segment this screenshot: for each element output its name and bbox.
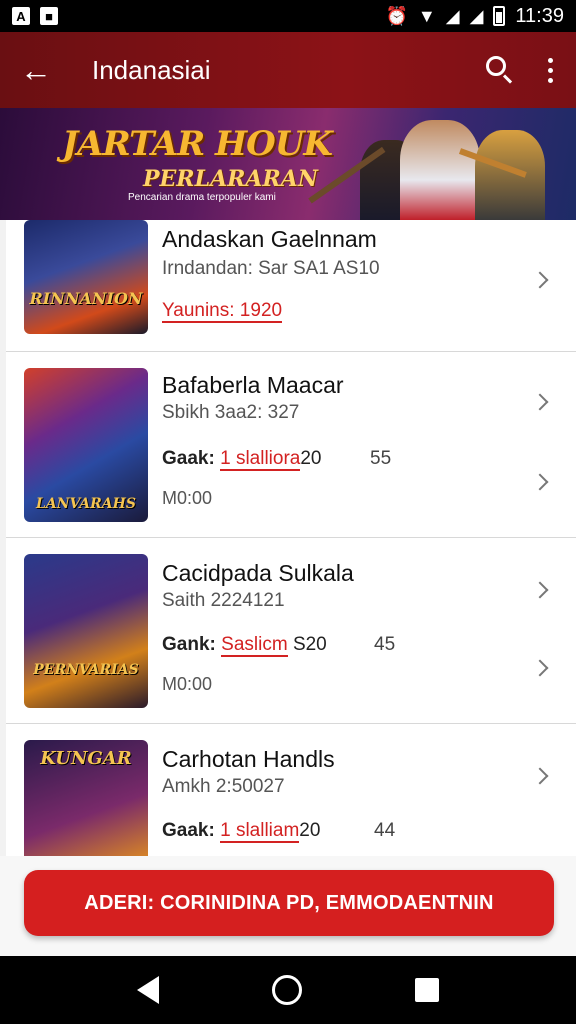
nav-back-icon[interactable] bbox=[136, 976, 159, 1004]
drama-meta: Gaak: 1 slalliora20 bbox=[162, 448, 322, 471]
banner-subtitle: PERLARARAN bbox=[143, 166, 318, 192]
banner-character-image bbox=[475, 130, 545, 220]
drama-subtitle: Saith 2224121 bbox=[162, 590, 285, 611]
nav-home-icon[interactable] bbox=[271, 975, 302, 1005]
image-notification-icon: ■ bbox=[40, 7, 58, 25]
drama-list: RINNANION Andaskan Gaelnnam Irndandan: S… bbox=[0, 220, 576, 956]
search-icon[interactable] bbox=[480, 50, 520, 90]
meta-highlight: Saslicm bbox=[221, 634, 288, 657]
battery-icon bbox=[493, 6, 506, 26]
promo-banner[interactable]: JARTAR HOUK PERLARARAN Pencarian drama t… bbox=[0, 108, 576, 220]
meta-highlight: 1 slalliora bbox=[220, 448, 301, 471]
meta-label: Gaak: bbox=[162, 820, 215, 841]
system-nav-bar bbox=[0, 956, 576, 1024]
wifi-icon: ▼ bbox=[417, 5, 436, 26]
primary-action-button[interactable]: ADERI: CORINIDINA PD, EMMODAENTNIN bbox=[24, 870, 554, 936]
thumbnail-title: RINNANION bbox=[29, 289, 143, 308]
drama-count: 44 bbox=[374, 820, 396, 841]
drama-thumbnail: RINNANION bbox=[24, 220, 148, 334]
chevron-right-icon[interactable] bbox=[531, 767, 549, 785]
chevron-right-icon[interactable] bbox=[531, 271, 549, 289]
back-arrow-icon[interactable]: ← bbox=[20, 52, 60, 89]
drama-subtitle: Irndandan: Sar SA1 AS10 bbox=[162, 258, 380, 279]
page-title: Indanasiai bbox=[92, 54, 211, 85]
meta-label: Gank: bbox=[162, 634, 216, 655]
drama-thumbnail: LANVARAHS bbox=[24, 368, 148, 522]
drama-meta: Gank: Saslicm S20 bbox=[162, 634, 327, 657]
drama-title: Andaskan Gaelnnam bbox=[162, 226, 377, 252]
list-item[interactable]: PERNVARIAS Cacidpada Sulkala Saith 22241… bbox=[6, 538, 576, 724]
nav-recents-icon[interactable] bbox=[415, 978, 440, 1002]
drama-subtitle: Amkh 2:50027 bbox=[162, 776, 285, 797]
chevron-right-icon[interactable] bbox=[531, 393, 549, 411]
cta-container: ADERI: CORINIDINA PD, EMMODAENTNIN bbox=[0, 856, 576, 956]
drama-count: 45 bbox=[374, 634, 396, 655]
notification-icon: A bbox=[12, 7, 30, 25]
app-bar: ← Indanasiai bbox=[0, 32, 576, 108]
thumbnail-title: KUNGAR bbox=[40, 748, 132, 769]
list-item[interactable]: LANVARAHS Bafaberla Maacar Sbikh 3aa2: 3… bbox=[6, 352, 576, 538]
drama-duration: M0:00 bbox=[162, 674, 213, 694]
banner-character-image bbox=[400, 120, 480, 220]
more-options-icon[interactable] bbox=[544, 57, 556, 83]
signal-icon: ◢ bbox=[445, 5, 460, 26]
drama-meta: Gaak: 1 slalliam20 bbox=[162, 820, 321, 843]
meta-label: Gaak: bbox=[162, 448, 215, 469]
meta-highlight: 1 slalliam bbox=[220, 820, 300, 843]
drama-duration: M0:00 bbox=[162, 488, 213, 508]
drama-count: 55 bbox=[370, 448, 392, 469]
meta-suffix: S20 bbox=[292, 634, 327, 655]
thumbnail-title: PERNVARIAS bbox=[33, 662, 139, 678]
banner-title: JARTAR HOUK bbox=[62, 124, 333, 164]
alarm-icon: ⏰ bbox=[385, 5, 408, 26]
drama-title: Carhotan Handls bbox=[162, 746, 335, 772]
banner-caption: Pencarian drama terpopuler kami bbox=[128, 192, 276, 203]
chevron-right-icon[interactable] bbox=[531, 473, 549, 491]
list-item[interactable]: RINNANION Andaskan Gaelnnam Irndandan: S… bbox=[6, 220, 576, 352]
chevron-right-icon[interactable] bbox=[531, 581, 549, 599]
thumbnail-title: LANVARAHS bbox=[36, 496, 136, 512]
drama-meta-value: Yaunins: 1920 bbox=[162, 300, 283, 323]
drama-thumbnail: PERNVARIAS bbox=[24, 554, 148, 708]
meta-suffix: 20 bbox=[299, 820, 321, 841]
drama-subtitle: Sbikh 3aa2: 327 bbox=[162, 402, 300, 423]
chevron-right-icon[interactable] bbox=[531, 659, 549, 677]
drama-title: Cacidpada Sulkala bbox=[162, 560, 354, 586]
status-time: 11:39 bbox=[515, 4, 564, 27]
drama-meta: Yaunins: 1920 bbox=[162, 300, 283, 323]
drama-title: Bafaberla Maacar bbox=[162, 372, 344, 398]
status-bar: A ■ ⏰ ▼ ◢ ◢ 11:39 bbox=[0, 0, 576, 32]
signal-icon-2: ◢ bbox=[469, 5, 484, 26]
meta-suffix: 20 bbox=[300, 448, 322, 469]
